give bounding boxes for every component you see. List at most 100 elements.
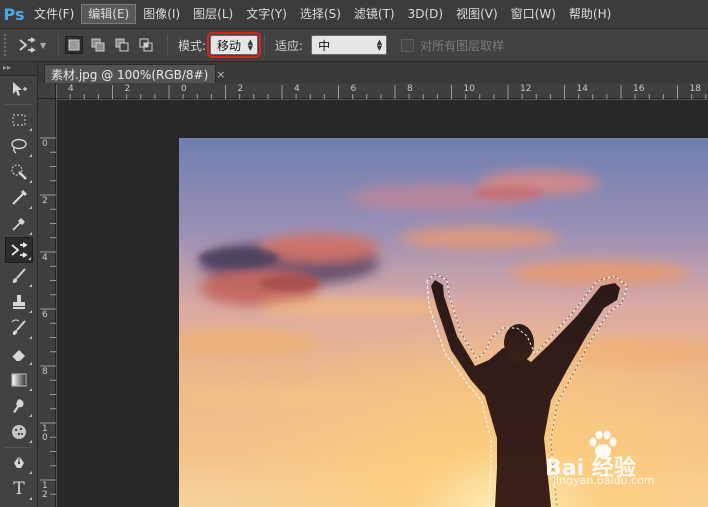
mode-select[interactable]: 移动 ▲ ▼: [207, 32, 262, 58]
menu-item[interactable]: 图像(I): [137, 4, 186, 24]
adapt-label: 适应:: [275, 38, 304, 53]
menu-item[interactable]: 选择(S): [294, 4, 347, 24]
adapt-select-value: 中: [318, 38, 331, 53]
mode-label: 模式:: [178, 38, 207, 53]
separator: [58, 34, 59, 56]
clone-stamp-tool[interactable]: [5, 289, 33, 315]
menu-item[interactable]: 帮助(H): [563, 4, 617, 24]
chevron-down-icon: ▼: [40, 40, 47, 50]
ruler-label: 8: [42, 367, 48, 377]
ruler-label: 18: [689, 84, 701, 94]
baidu-watermark: Bai 经验 jingyan.baidu.com: [545, 430, 705, 492]
mode-select-value: 移动: [217, 38, 242, 53]
tool-divider: [4, 104, 33, 105]
ruler-label: 2: [42, 196, 48, 206]
horizontal-ruler[interactable]: 4 2 0 2 4 6 8 10 12 14 16 18: [56, 83, 708, 99]
subtract-selection-button[interactable]: [113, 36, 131, 54]
eyedropper-icon: [12, 218, 25, 231]
ruler-label: 10: [463, 84, 475, 94]
ruler-label: 6: [350, 84, 357, 94]
pen-icon: [14, 456, 24, 468]
gradient-tool[interactable]: [5, 367, 33, 393]
menu-item[interactable]: 编辑(E): [81, 4, 137, 24]
menu-item[interactable]: 文件(F): [28, 4, 80, 24]
tool-preset-picker[interactable]: ▼: [18, 37, 52, 53]
ruler-label: 4: [294, 84, 300, 94]
content-aware-move-icon: [11, 242, 28, 258]
close-icon[interactable]: ×: [216, 68, 225, 81]
smudge-icon: [13, 399, 24, 413]
updown-arrows-icon: ▲ ▼: [247, 38, 254, 52]
brush-tool[interactable]: [5, 263, 33, 289]
crop-tool[interactable]: [5, 185, 33, 211]
ruler-ticks: [56, 85, 707, 99]
tool-divider: [4, 447, 33, 448]
stamp-icon: [13, 295, 25, 309]
lasso-icon: [11, 138, 27, 154]
updown-arrows-icon: ▲ ▼: [376, 38, 383, 52]
photoshop-logo-icon: Ps: [3, 4, 25, 24]
add-selection-icon: [91, 38, 105, 52]
brush-icon: [12, 268, 26, 283]
adapt-select[interactable]: 中 ▲ ▼: [311, 35, 388, 55]
ruler-corner[interactable]: [38, 83, 56, 99]
menu-bar: Ps 文件(F) 编辑(E) 图像(I) 图层(L) 文字(Y) 选择(S) 滤镜(T) 3D…: [0, 0, 708, 28]
sample-all-layers-label: 对所有图层取样: [420, 38, 505, 53]
smudge-tool[interactable]: [5, 393, 33, 419]
quick-selection-tool[interactable]: [5, 159, 33, 185]
ruler-label: 14: [576, 84, 588, 94]
content-aware-move-tool[interactable]: [5, 237, 33, 263]
sample-all-layers-checkbox[interactable]: [401, 38, 415, 52]
gradient-icon: [11, 373, 27, 387]
intersect-selection-button[interactable]: [137, 36, 155, 54]
ruler-label: 12: [42, 481, 48, 500]
toolbox-collapse-handle[interactable]: ▸▸: [0, 62, 37, 76]
quick-selection-icon: [11, 164, 27, 180]
document-tab[interactable]: 素材.jpg @ 100%(RGB/8#) ×: [44, 64, 226, 83]
watermark-url: jingyan.baidu.com: [553, 474, 655, 487]
intersect-selection-icon: [139, 38, 153, 52]
vertical-ruler[interactable]: 0 2 4 6 8 10 12: [38, 99, 56, 507]
menu-items: 文件(F) 编辑(E) 图像(I) 图层(L) 文字(Y) 选择(S) 滤镜(T) 3D(D)…: [28, 4, 618, 24]
eraser-icon: [11, 350, 25, 362]
add-to-selection-button[interactable]: [89, 36, 107, 54]
marquee-tool[interactable]: [5, 107, 33, 133]
menu-item[interactable]: 3D(D): [402, 4, 449, 24]
type-tool[interactable]: T: [5, 476, 33, 502]
document-tab-title: 素材.jpg @ 100%(RGB/8#): [51, 67, 209, 82]
ruler-label: 0: [42, 139, 48, 149]
move-tool[interactable]: [5, 76, 33, 102]
history-brush-icon: [11, 319, 26, 335]
eraser-tool[interactable]: [5, 341, 33, 367]
ruler-label: 2: [237, 84, 244, 94]
menu-item[interactable]: 文字(Y): [240, 4, 293, 24]
menu-item[interactable]: 滤镜(T): [348, 4, 401, 24]
new-selection-button[interactable]: [65, 36, 83, 54]
menu-item[interactable]: 视图(V): [450, 4, 504, 24]
lasso-tool[interactable]: [5, 133, 33, 159]
crop-icon: [12, 189, 28, 205]
menu-item[interactable]: 窗口(W): [505, 4, 562, 24]
ruler-label: 4: [68, 84, 74, 94]
eyedropper-tool[interactable]: [5, 211, 33, 237]
new-selection-icon: [68, 39, 80, 51]
ruler-label: 2: [124, 84, 131, 94]
toolbox: ▸▸ T: [0, 62, 38, 507]
rectangular-marquee-icon: [12, 114, 26, 126]
sponge-icon: [12, 425, 26, 439]
ruler-ticks: [40, 137, 56, 495]
content-aware-move-icon: [19, 37, 36, 53]
ruler-label: 10: [42, 424, 48, 443]
ruler-label: 8: [407, 84, 413, 94]
separator: [167, 34, 168, 56]
pen-tool[interactable]: [5, 450, 33, 476]
document-tab-bar: 素材.jpg @ 100%(RGB/8#) ×: [38, 62, 708, 83]
ruler-label: 0: [181, 84, 187, 94]
menu-item[interactable]: 图层(L): [187, 4, 239, 24]
sponge-tool[interactable]: [5, 419, 33, 445]
ruler-label: 6: [42, 310, 48, 320]
ruler-label: 4: [42, 253, 48, 263]
history-brush-tool[interactable]: [5, 315, 33, 341]
subtract-selection-icon: [115, 38, 129, 52]
options-grip-handle[interactable]: [4, 34, 10, 56]
